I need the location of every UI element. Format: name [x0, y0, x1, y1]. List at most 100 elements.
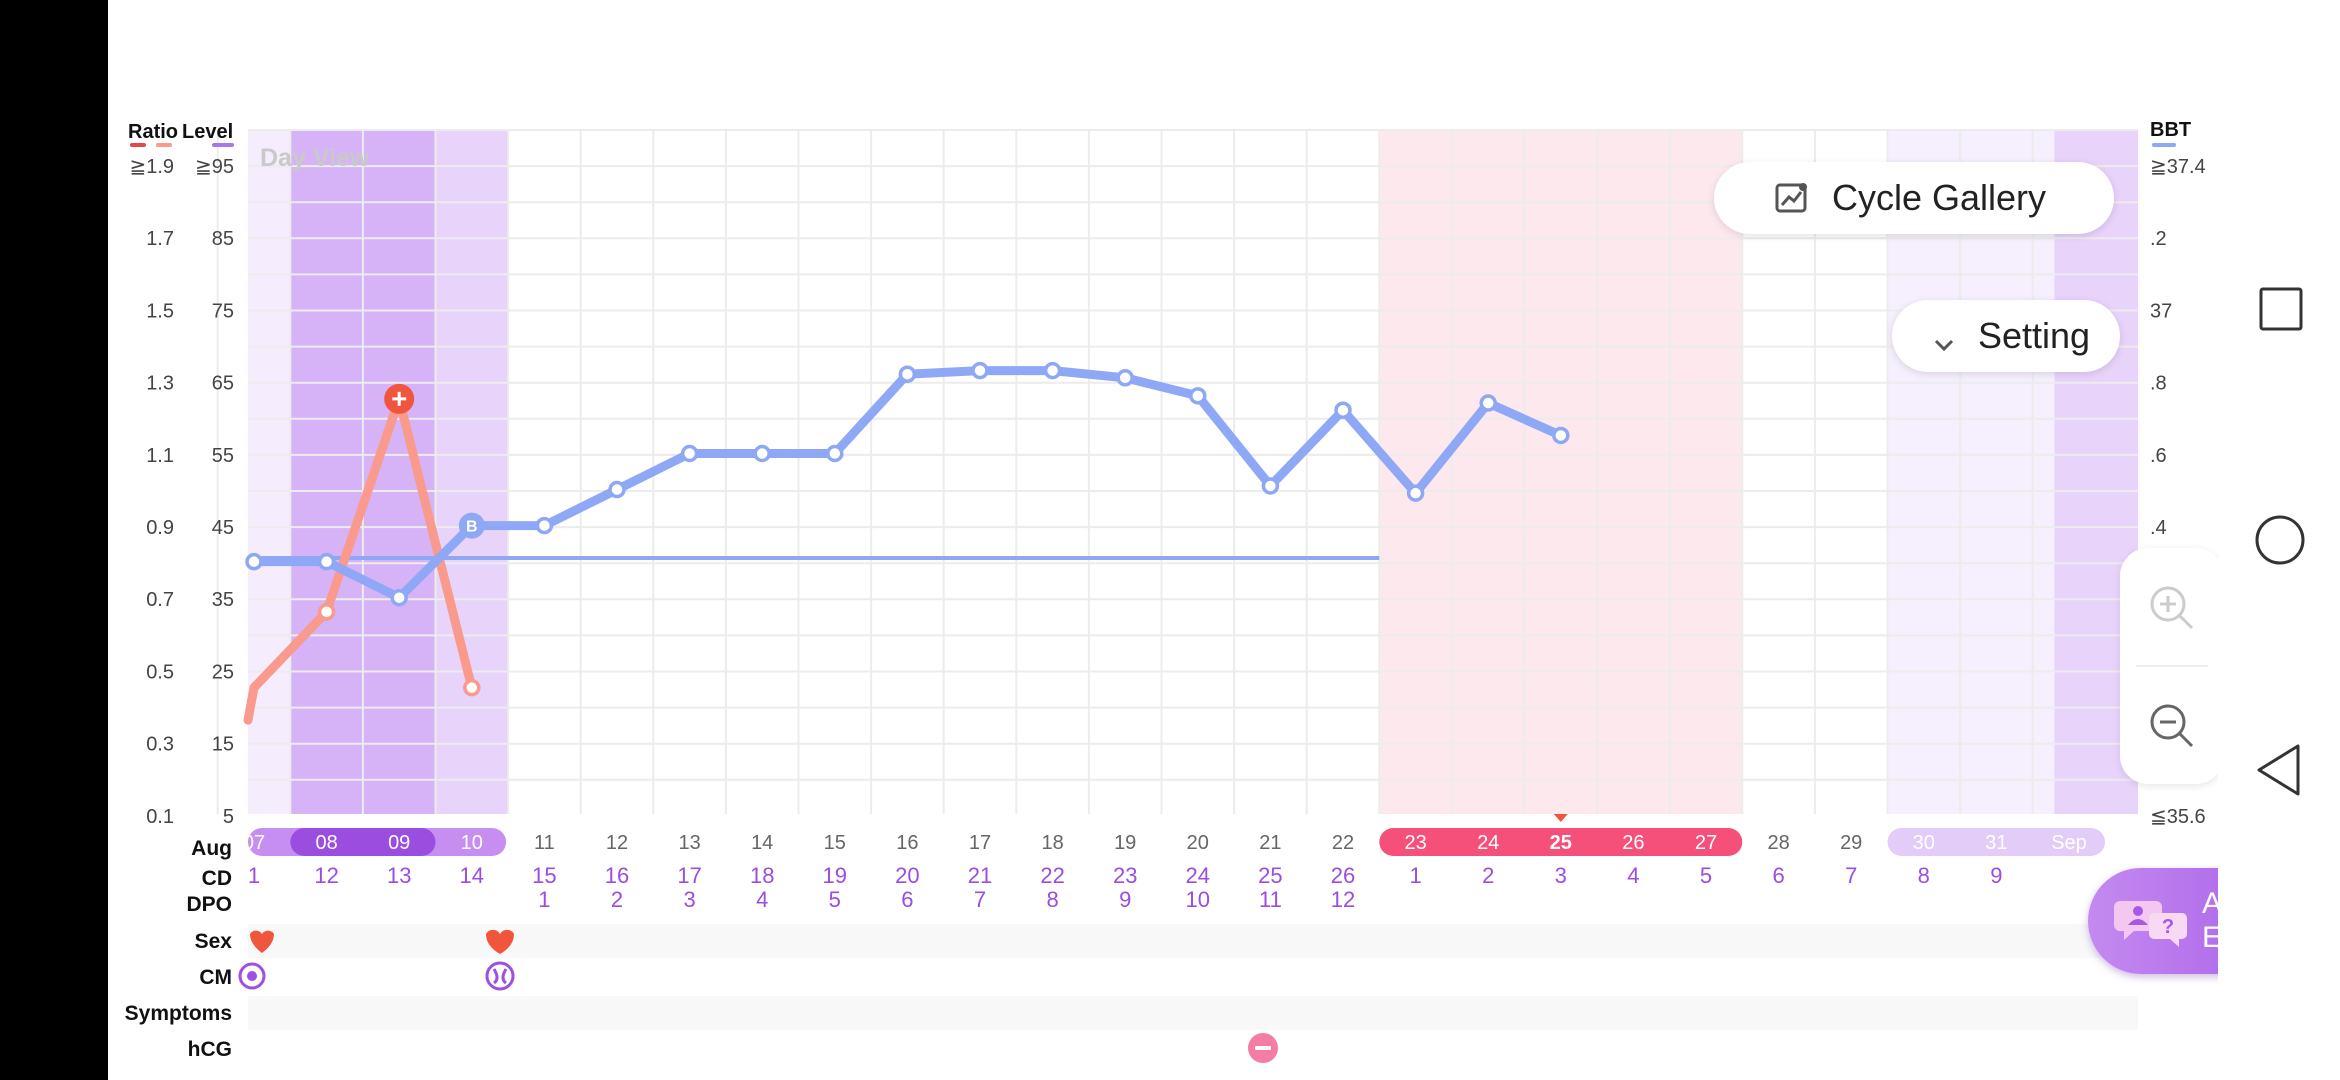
dpo-value: 6: [901, 887, 913, 912]
dpo-value: 4: [756, 887, 768, 912]
fertile-band: [435, 130, 509, 814]
cm-marker-icon[interactable]: [485, 961, 515, 991]
cycle-gallery-label: Cycle Gallery: [1832, 177, 2047, 218]
date-label: 25: [1550, 832, 1572, 854]
cm-row-bg: [248, 960, 2138, 994]
date-label: 29: [1840, 832, 1862, 854]
cm-marker-icon[interactable]: [247, 971, 257, 981]
dpo-value: 1: [538, 887, 550, 912]
dpo-value: 3: [683, 887, 695, 912]
ratio-point: [463, 678, 481, 697]
cycle-day-value: 21: [968, 863, 992, 888]
zoom-divider: [2136, 665, 2208, 667]
cycle-day-value: 9: [1990, 863, 2002, 888]
bbt-point: [1552, 426, 1570, 445]
cycle-day-value: 1: [248, 863, 260, 888]
bbt-legend-swatch: [2152, 143, 2176, 147]
zoom-out-icon[interactable]: [2148, 702, 2196, 750]
date-label: 08: [315, 832, 337, 854]
bbt-tick-label: ≦35.6: [2150, 806, 2206, 828]
cycle-day-value: 22: [1040, 863, 1064, 888]
bbt-point: [826, 444, 844, 463]
fertile-band: [248, 130, 291, 814]
bbt-point: [608, 480, 626, 499]
level-tick-label: 75: [212, 300, 234, 322]
bbt-point: [753, 444, 771, 463]
date-label: 11: [534, 832, 555, 854]
bbt-point: [1479, 394, 1497, 412]
bbt-point: [1043, 361, 1062, 380]
level-legend-swatch: [212, 143, 234, 147]
bbt-point: [390, 588, 408, 607]
date-label: 18: [1041, 832, 1063, 854]
date-label: 20: [1187, 832, 1209, 854]
cycle-day-value: 6: [1772, 863, 1784, 888]
day-view-label: Day View: [260, 144, 370, 172]
hcg-label: hCG: [188, 1038, 232, 1061]
date-row: 07 08 09 10 11 12 13 14 15 16 17 18 19 20 21 22 23 24 25 26…: [243, 814, 2105, 856]
bbt-point: [1189, 387, 1207, 405]
cycle-gallery-button[interactable]: Cycle Gallery: [1714, 162, 2114, 234]
cycle-day-value: 25: [1258, 863, 1282, 888]
ratio-tick-label: 1.7: [146, 228, 174, 250]
cycle-day-value: 12: [314, 863, 338, 888]
ask-expert-line-1: Ask an: [2202, 887, 2218, 920]
bbt-tick-label: ≧37.4: [2150, 156, 2206, 178]
date-label: 14: [751, 832, 773, 854]
cycle-day-value: 5: [1700, 863, 1712, 888]
cycle-day-value: 26: [1331, 863, 1355, 888]
cycle-day-value: 24: [1186, 863, 1210, 888]
dpo-value: 8: [1046, 887, 1058, 912]
date-label: 19: [1114, 832, 1136, 854]
bbt-point: [535, 516, 554, 535]
level-tick-label: 15: [212, 734, 234, 756]
ratio-tick-label: 0.3: [146, 734, 174, 756]
cycle-day-value: 18: [750, 863, 774, 888]
hcg-minus-icon: [1255, 1046, 1271, 1050]
ratio-tick-label: ≧1.9: [129, 156, 174, 178]
ratio-tick-label: 0.1: [146, 806, 174, 828]
square-icon[interactable]: [2258, 286, 2304, 332]
bbt-tick-label: .6: [2150, 445, 2167, 467]
svg-text:?: ?: [2162, 916, 2174, 938]
date-label: 07: [243, 832, 265, 854]
zoom-in-icon[interactable]: [2148, 584, 2196, 632]
setting-button[interactable]: Setting: [1892, 300, 2120, 372]
date-label: 27: [1695, 832, 1717, 854]
ask-expert-line-2: Expert: [2202, 921, 2218, 954]
date-label: 17: [969, 832, 991, 854]
ask-an-expert-button[interactable]: ? Ask an Expert: [2088, 868, 2218, 974]
date-label: 12: [606, 832, 628, 854]
ratio-tick-label: 1.3: [146, 373, 174, 395]
dpo-value: 5: [829, 887, 841, 912]
today-indicator-icon: [1553, 814, 1568, 822]
ratio-tick-label: 1.1: [146, 445, 174, 467]
level-tick-label: 35: [212, 589, 234, 611]
circle-icon[interactable]: [2254, 514, 2306, 566]
level-tick-label: ≧95: [195, 156, 234, 178]
triangle-back-icon[interactable]: [2254, 742, 2304, 798]
cycle-day-value: 16: [605, 863, 629, 888]
bbt-axis-label: BBT: [2150, 119, 2191, 141]
bbt-point: [245, 552, 263, 571]
chevron-down-icon: [1932, 324, 1956, 352]
sex-row-bg: [248, 924, 2138, 958]
date-label: 22: [1332, 832, 1354, 854]
cycle-day-value: 1: [1409, 863, 1421, 888]
date-label: 15: [824, 832, 846, 854]
sex-label: Sex: [195, 930, 233, 953]
bbt-point: [317, 552, 336, 571]
dpo-value: 12: [1331, 887, 1355, 912]
bbt-marker-label: B: [466, 519, 478, 536]
dpo-value: 9: [1119, 887, 1131, 912]
cycle-day-row: 1 12 13 14 151162173184195206217228239241025…: [248, 863, 2003, 912]
ratio-tick-label: 0.9: [146, 517, 174, 539]
bbt-point: [1406, 484, 1425, 502]
dpo-label: DPO: [186, 893, 232, 916]
cycle-day-value: 15: [532, 863, 556, 888]
dpo-value: 10: [1186, 887, 1210, 912]
system-navigation-bar: [2218, 0, 2340, 1080]
setting-label: Setting: [1978, 315, 2091, 356]
cycle-day-value: 14: [460, 863, 484, 888]
date-label: Sep: [2051, 832, 2087, 854]
